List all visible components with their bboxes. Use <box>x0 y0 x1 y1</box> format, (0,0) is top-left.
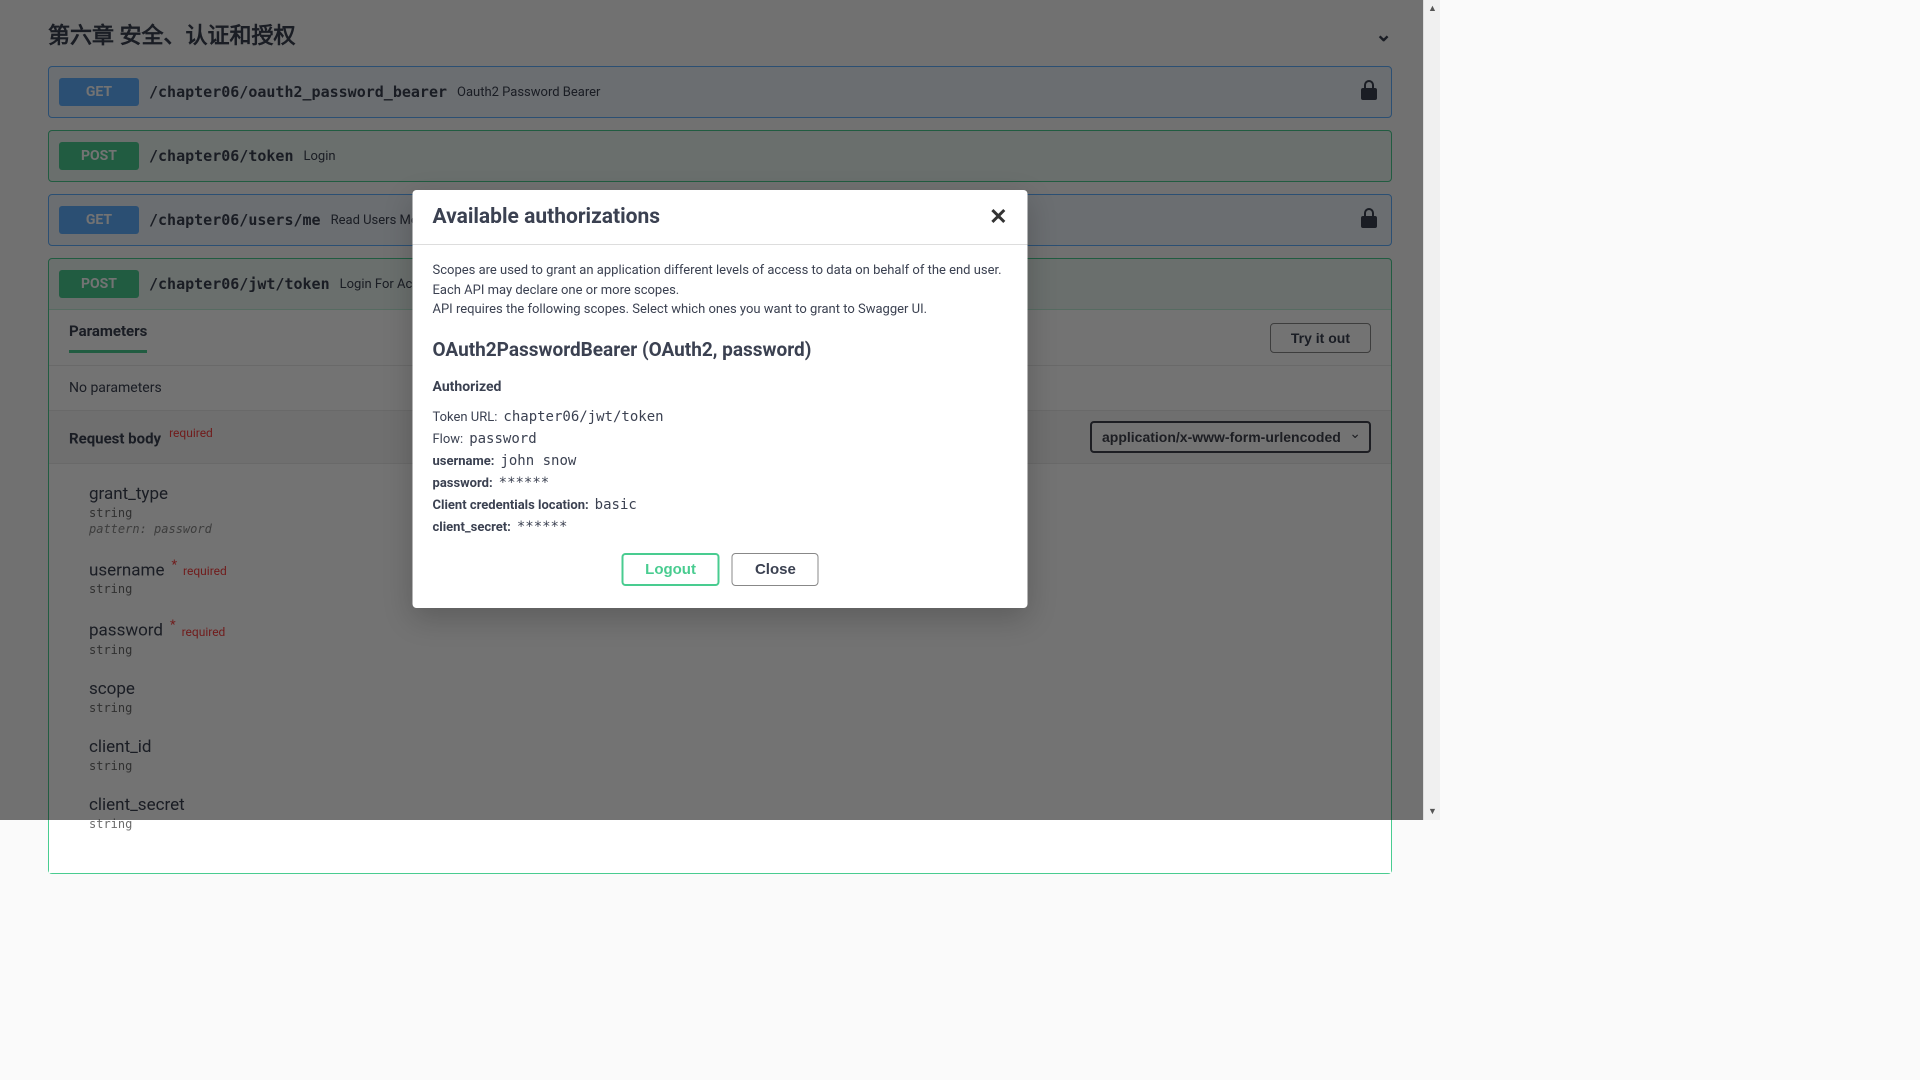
modal-title: Available authorizations <box>433 205 661 229</box>
cred-location-value: basic <box>595 497 637 513</box>
password-value: ****** <box>499 475 550 491</box>
close-icon[interactable]: ✕ <box>989 204 1007 230</box>
cred-location-label: Client credentials location: <box>433 498 589 513</box>
token-url-label: Token URL: <box>433 410 498 425</box>
authorized-label: Authorized <box>433 379 1008 395</box>
close-button[interactable]: Close <box>732 553 819 586</box>
username-value: john snow <box>500 453 576 469</box>
logout-button[interactable]: Logout <box>621 553 720 586</box>
scroll-down-icon[interactable]: ▼ <box>1424 803 1441 820</box>
flow-label: Flow: <box>433 432 464 447</box>
flow-value: password <box>469 431 536 447</box>
scrollbar[interactable]: ▲ ▼ <box>1423 0 1440 820</box>
client-secret-label: client_secret: <box>433 520 511 535</box>
scope-description: Scopes are used to grant an application … <box>433 261 1008 320</box>
password-label: password: <box>433 476 493 491</box>
client-secret-value: ****** <box>517 519 568 535</box>
authorization-modal: Available authorizations ✕ Scopes are us… <box>413 190 1028 608</box>
token-url-value: chapter06/jwt/token <box>503 409 663 425</box>
auth-scheme-name: OAuth2PasswordBearer (OAuth2, password) <box>433 338 1008 361</box>
scroll-up-icon[interactable]: ▲ <box>1424 0 1441 17</box>
username-label: username: <box>433 454 495 469</box>
